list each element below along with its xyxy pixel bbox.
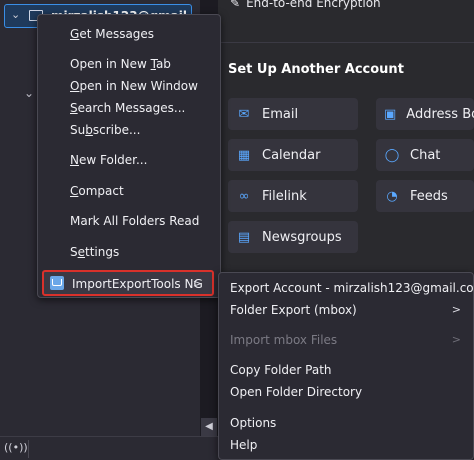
rss-icon: ◔ — [386, 188, 398, 204]
address-book-tile[interactable]: ▣ Address Book — [376, 98, 474, 130]
menu-search-messages[interactable]: Search Messages... — [38, 97, 220, 119]
menu-compact[interactable]: Compact — [38, 180, 220, 202]
accesskey: e — [77, 245, 86, 259]
import-mbox-label: Import mbox Files — [230, 333, 338, 347]
calendar-tile[interactable]: ▦ Calendar — [228, 139, 358, 171]
label-pre: S — [70, 245, 78, 259]
menu-subscribe[interactable]: Subscribe... — [38, 119, 220, 141]
link-icon: ∞ — [238, 188, 250, 204]
status-text — [28, 440, 200, 458]
submenu-folder-export[interactable]: Folder Export (mbox) > — [219, 299, 473, 321]
label-post: ew Folder... — [78, 153, 148, 167]
folder-export-label: Folder Export (mbox) — [230, 303, 357, 317]
scroll-left-icon[interactable]: ◀ — [201, 418, 217, 436]
accesskey: G — [70, 27, 80, 41]
chevron-right-icon: > — [451, 333, 461, 346]
menu-importexporttools[interactable]: ImportExportTools NG > — [42, 270, 214, 296]
envelope-icon: ✉ — [238, 106, 250, 122]
chevron-right-icon: > — [192, 277, 202, 290]
label-post: ab — [155, 57, 171, 71]
chevron-down-icon[interactable]: ⌄ — [11, 8, 20, 21]
folder-context-menu: Get Messages Open in New Tab Open in New… — [37, 14, 221, 298]
submenu-help[interactable]: Help — [219, 434, 473, 456]
online-status-icon[interactable]: ((•)) — [4, 441, 28, 454]
accesskey: S — [70, 101, 78, 115]
menu-open-new-tab[interactable]: Open in New Tab — [38, 53, 220, 75]
chat-tile[interactable]: ◯ Chat — [376, 139, 474, 171]
chevron-down-icon[interactable]: ⌄ — [24, 86, 34, 100]
newsgroups-icon: ▤ — [237, 229, 251, 245]
label-post: ttings — [85, 245, 120, 259]
chat-label: Chat — [410, 147, 441, 163]
e2e-encryption-link[interactable]: ✎ End-to-end Encryption — [230, 0, 381, 10]
feeds-label: Feeds — [410, 188, 448, 204]
menu-get-messages[interactable]: Get Messages — [38, 23, 220, 45]
menu-settings[interactable]: Settings — [38, 241, 220, 263]
submenu-copy-folder-path[interactable]: Copy Folder Path — [219, 359, 473, 381]
menu-open-new-window[interactable]: Open in New Window — [38, 75, 220, 97]
submenu-import-mbox: Import mbox Files > — [219, 329, 473, 351]
label-post: et Messages — [79, 27, 155, 41]
pen-icon: ✎ — [230, 0, 241, 10]
importexport-submenu: Export Account - mirzalish123@gmail.com … — [218, 272, 474, 460]
filelink-tile[interactable]: ∞ Filelink — [228, 180, 358, 212]
chat-icon: ◯ — [384, 147, 400, 163]
newsgroups-label: Newsgroups — [262, 229, 342, 245]
email-label: Email — [262, 106, 299, 122]
address-book-label: Address Book — [406, 106, 474, 122]
submenu-options[interactable]: Options — [219, 412, 473, 434]
submenu-open-folder-directory[interactable]: Open Folder Directory — [219, 381, 473, 403]
menu-mark-all-read[interactable]: Mark All Folders Read — [38, 210, 220, 232]
label-post: ompact — [78, 184, 124, 198]
e2e-label: End-to-end Encryption — [246, 0, 381, 10]
address-book-icon: ▣ — [384, 106, 397, 122]
accesskey: b — [85, 123, 93, 137]
newsgroups-tile[interactable]: ▤ Newsgroups — [228, 221, 358, 253]
feeds-tile[interactable]: ◔ Feeds — [376, 180, 474, 212]
calendar-icon: ▦ — [237, 147, 251, 163]
label-pre: Su — [70, 123, 86, 137]
chevron-right-icon: > — [451, 303, 461, 316]
label-post: pen in New Window — [79, 79, 198, 93]
filelink-label: Filelink — [262, 188, 307, 204]
importexport-icon — [50, 276, 64, 290]
setup-title: Set Up Another Account — [228, 62, 404, 77]
label-post: earch Messages... — [77, 101, 186, 115]
calendar-label: Calendar — [262, 147, 321, 163]
divider — [218, 42, 474, 43]
importexport-label: ImportExportTools NG — [72, 277, 203, 291]
label-post: scribe... — [92, 123, 141, 137]
menu-new-folder[interactable]: New Folder... — [38, 149, 220, 171]
submenu-export-account[interactable]: Export Account - mirzalish123@gmail.com — [219, 277, 474, 299]
accesskey: N — [70, 153, 79, 167]
email-tile[interactable]: ✉ Email — [228, 98, 358, 130]
label-pre: Open in New — [70, 57, 151, 71]
